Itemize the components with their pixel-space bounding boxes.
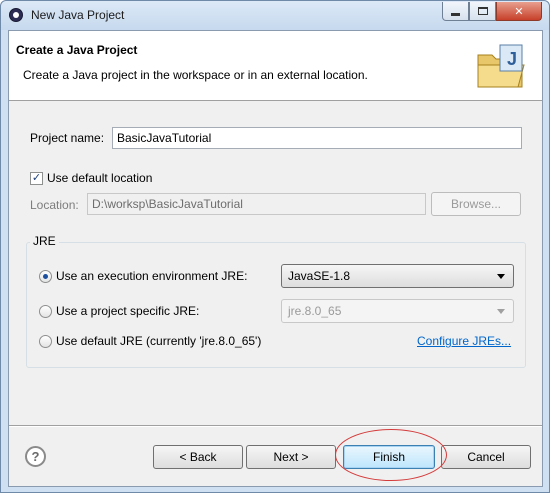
- use-default-location-label[interactable]: Use default location: [47, 171, 152, 185]
- project-specific-jre-select[interactable]: jre.8.0_65: [281, 299, 514, 323]
- default-jre-radio[interactable]: [39, 335, 52, 348]
- execution-environment-select[interactable]: JavaSE-1.8: [281, 264, 514, 288]
- project-specific-jre-value: jre.8.0_65: [288, 304, 342, 318]
- project-specific-jre-label[interactable]: Use a project specific JRE:: [56, 304, 199, 318]
- execution-environment-label[interactable]: Use an execution environment JRE:: [56, 269, 247, 283]
- maximize-icon: [477, 7, 488, 15]
- default-jre-label[interactable]: Use default JRE (currently 'jre.8.0_65'): [56, 334, 261, 348]
- browse-button[interactable]: Browse...: [431, 192, 521, 216]
- wizard-banner: Create a Java Project Create a Java proj…: [9, 31, 542, 101]
- back-button[interactable]: < Back: [153, 445, 243, 469]
- execution-environment-radio[interactable]: [39, 270, 52, 283]
- dialog-client-area: Create a Java Project Create a Java proj…: [8, 30, 543, 487]
- window-title: New Java Project: [31, 8, 125, 22]
- maximize-button[interactable]: [469, 2, 496, 21]
- project-name-field[interactable]: BasicJavaTutorial: [112, 127, 522, 149]
- new-java-project-window: New Java Project ✕ Create a Java Project…: [0, 0, 550, 493]
- configure-jres-link[interactable]: Configure JREs...: [417, 334, 511, 348]
- close-button[interactable]: ✕: [496, 2, 542, 21]
- footer-separator: [9, 425, 542, 427]
- next-button[interactable]: Next >: [246, 445, 336, 469]
- close-icon: ✕: [514, 5, 524, 18]
- chevron-down-icon: [497, 274, 505, 279]
- banner-description: Create a Java project in the workspace o…: [23, 68, 368, 82]
- use-default-location-checkbox[interactable]: ✓: [30, 172, 43, 185]
- execution-environment-value: JavaSE-1.8: [288, 269, 351, 283]
- java-project-folder-icon: J: [477, 44, 525, 88]
- minimize-icon: [451, 12, 460, 16]
- eclipse-icon: [9, 8, 23, 22]
- chevron-down-icon: [497, 309, 505, 314]
- minimize-button[interactable]: [442, 2, 469, 21]
- finish-button[interactable]: Finish: [343, 445, 435, 469]
- location-field[interactable]: D:\worksp\BasicJavaTutorial: [87, 193, 426, 215]
- title-bar[interactable]: New Java Project ✕: [1, 1, 549, 30]
- banner-title: Create a Java Project: [16, 43, 138, 57]
- svg-text:J: J: [507, 49, 517, 69]
- project-specific-jre-radio[interactable]: [39, 305, 52, 318]
- jre-group-title: JRE: [30, 234, 59, 248]
- project-name-label: Project name:: [30, 131, 105, 145]
- location-label: Location:: [30, 198, 79, 212]
- cancel-button[interactable]: Cancel: [441, 445, 531, 469]
- help-icon[interactable]: ?: [25, 446, 46, 467]
